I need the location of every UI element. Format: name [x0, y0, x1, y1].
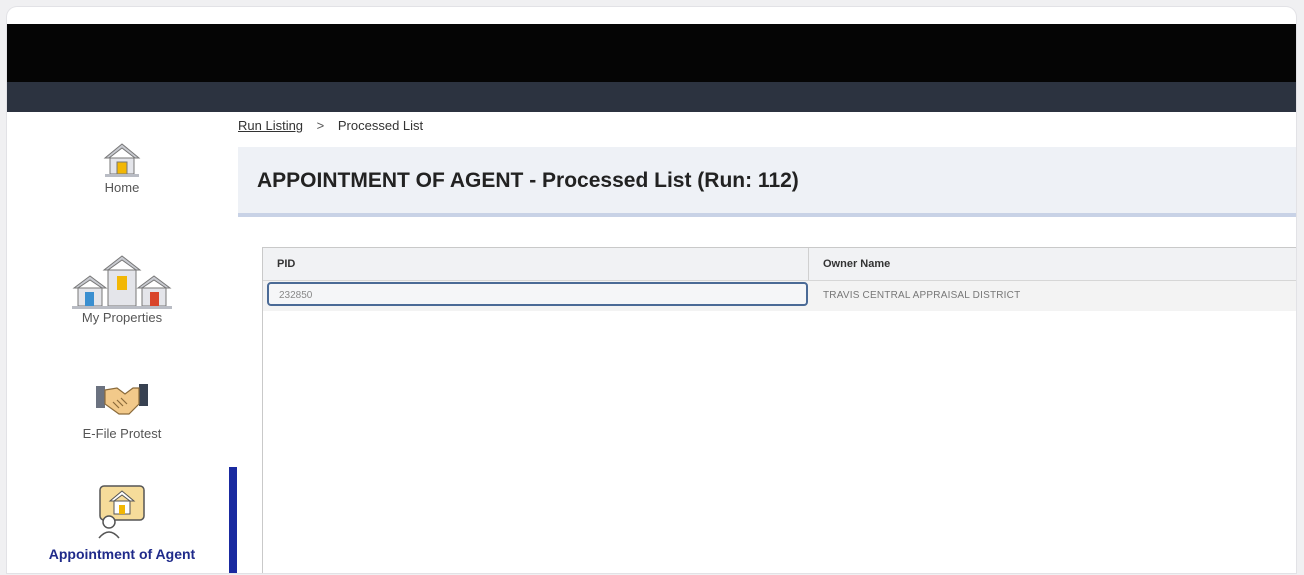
- page-title: APPOINTMENT OF AGENT - Processed List (R…: [257, 169, 799, 192]
- column-header-owner-name[interactable]: Owner Name: [823, 258, 890, 270]
- column-divider: [808, 248, 809, 280]
- page-header: APPOINTMENT OF AGENT - Processed List (R…: [238, 147, 1296, 217]
- sidebar-item-label: Appointment of Agent: [48, 546, 196, 562]
- pid-cell[interactable]: 232850: [267, 282, 808, 306]
- sidebar-item-label: Home: [104, 180, 140, 195]
- agent-icon: [98, 485, 145, 539]
- table-row[interactable]: 232850 TRAVIS CENTRAL APPRAISAL DISTRICT: [263, 281, 1296, 311]
- sidebar: Home My Properties E-File Protest Appoin…: [7, 112, 237, 573]
- active-indicator: [229, 467, 237, 573]
- app-window: Home My Properties E-File Protest Appoin…: [7, 7, 1296, 573]
- home-icon: [103, 143, 141, 177]
- navigation-bar: [7, 82, 1296, 112]
- top-header-bar: [7, 24, 1296, 82]
- results-table: PID Owner Name 232850 TRAVIS CENTRAL APP…: [262, 247, 1296, 573]
- sidebar-item-label: E-File Protest: [82, 426, 162, 441]
- sidebar-item-label: My Properties: [81, 310, 163, 325]
- breadcrumb-separator: >: [316, 118, 325, 133]
- handshake-icon: [96, 384, 148, 415]
- breadcrumb-current: Processed List: [337, 118, 424, 133]
- column-header-pid[interactable]: PID: [277, 258, 295, 270]
- properties-icon: [72, 255, 172, 309]
- sidebar-item-home[interactable]: Home: [7, 140, 237, 195]
- sidebar-item-my-properties[interactable]: My Properties: [7, 254, 237, 325]
- breadcrumb: Run Listing > Processed List: [238, 118, 423, 133]
- sidebar-item-appointment-of-agent[interactable]: Appointment of Agent: [7, 480, 237, 562]
- owner-name-cell: TRAVIS CENTRAL APPRAISAL DISTRICT: [823, 290, 1021, 301]
- table-header: PID Owner Name: [263, 248, 1296, 281]
- sidebar-item-e-file-protest[interactable]: E-File Protest: [7, 380, 237, 441]
- breadcrumb-link-run-listing[interactable]: Run Listing: [238, 118, 303, 133]
